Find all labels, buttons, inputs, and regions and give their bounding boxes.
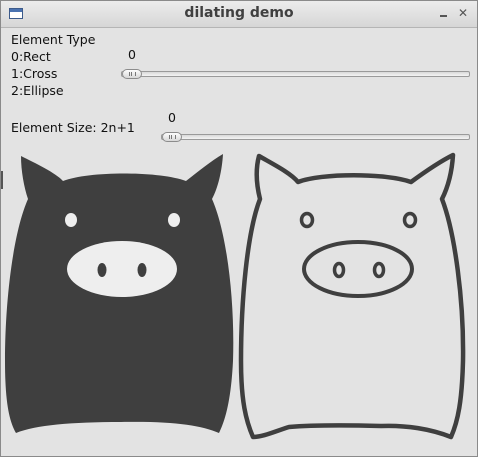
- dilating-demo-window: dilating demo ✕ Element Type 0:Rect 1:Cr…: [0, 0, 478, 457]
- original-image: [238, 152, 466, 440]
